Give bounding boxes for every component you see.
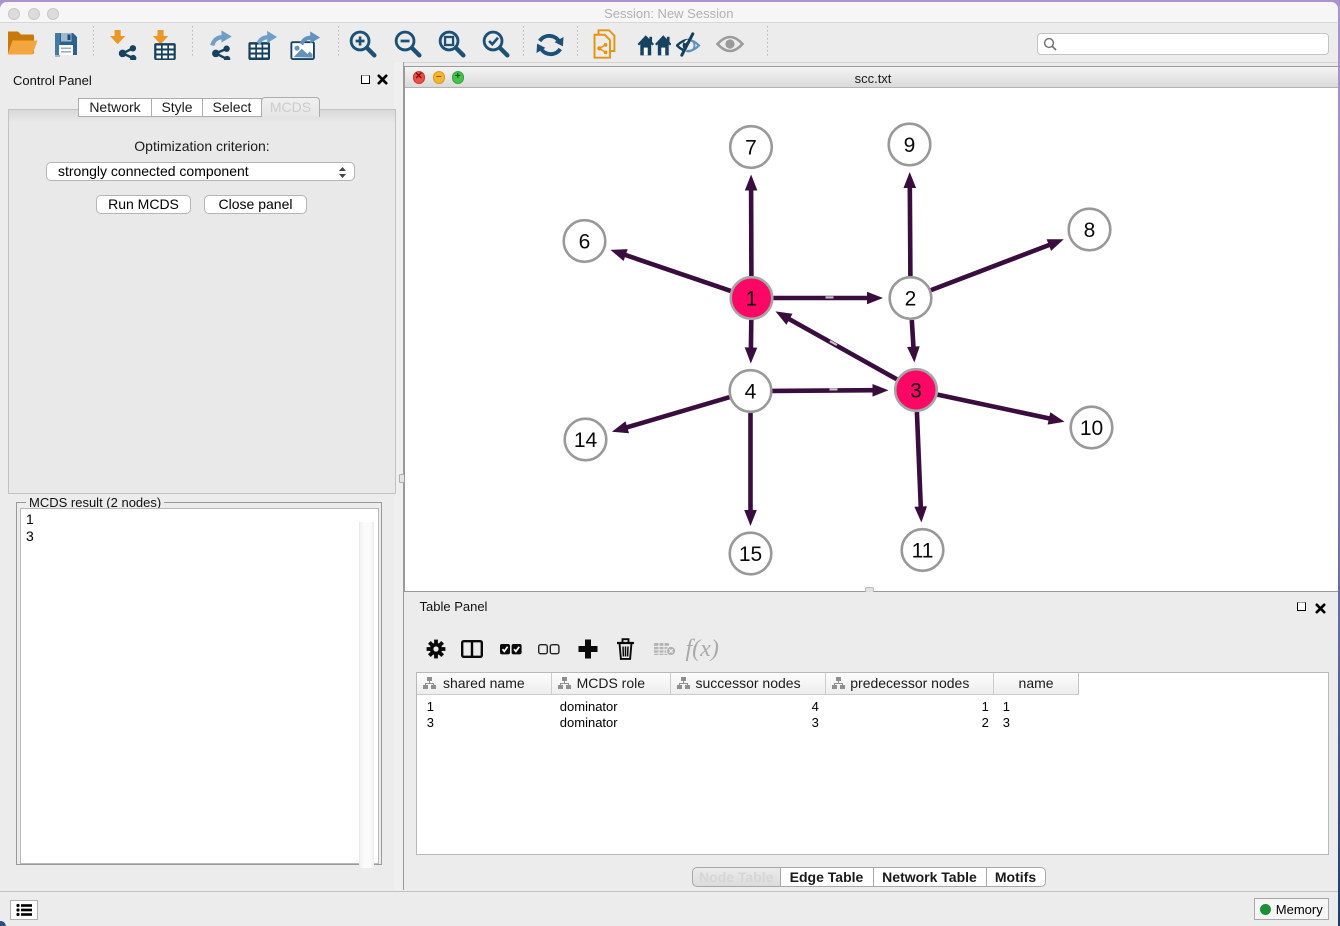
svg-text:2: 2 bbox=[904, 287, 916, 310]
svg-text:6: 6 bbox=[578, 230, 590, 253]
svg-text:10: 10 bbox=[1079, 417, 1102, 440]
svg-text:11: 11 bbox=[911, 539, 933, 562]
svg-text:14: 14 bbox=[573, 429, 597, 452]
svg-text:4: 4 bbox=[744, 380, 756, 403]
svg-text:1: 1 bbox=[745, 287, 757, 310]
svg-text:3: 3 bbox=[910, 379, 922, 402]
svg-text:7: 7 bbox=[745, 136, 757, 159]
svg-text:15: 15 bbox=[738, 543, 761, 566]
svg-text:9: 9 bbox=[903, 134, 915, 157]
svg-text:8: 8 bbox=[1083, 219, 1095, 242]
